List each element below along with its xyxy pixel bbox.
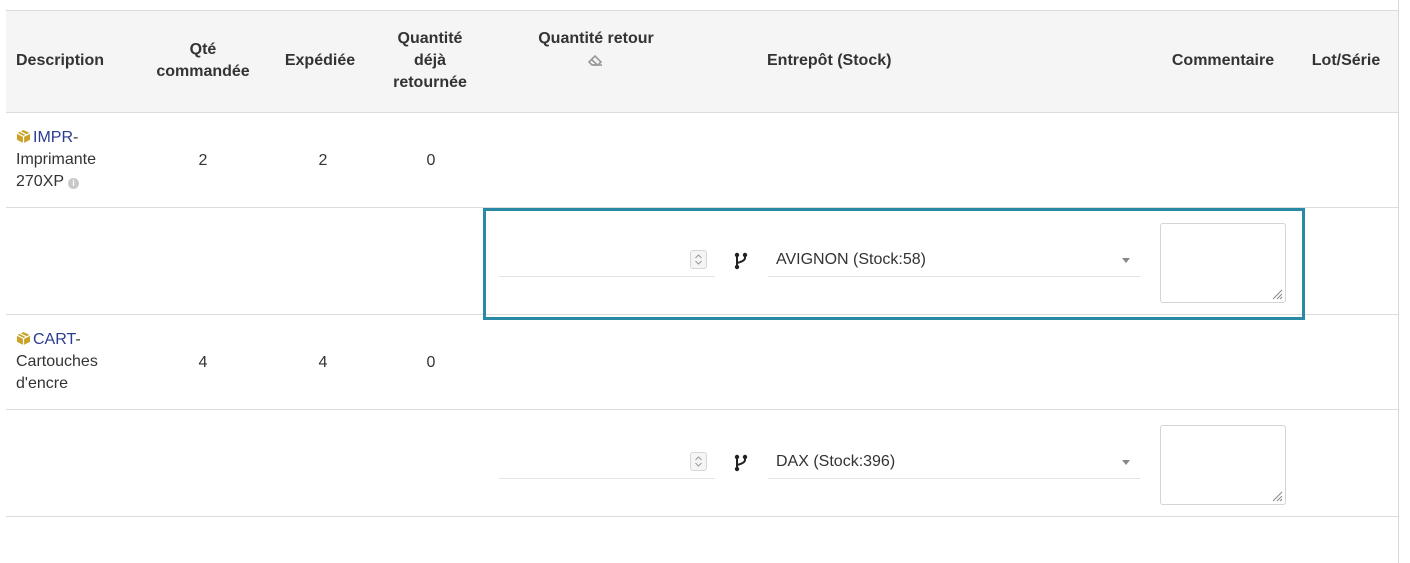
return-qty-input[interactable] bbox=[499, 243, 715, 277]
header-warehouse: Entrepôt (Stock) bbox=[767, 52, 892, 69]
header-description: Description bbox=[16, 52, 105, 69]
table-row: DAX (Stock:396) bbox=[6, 410, 1398, 517]
info-icon[interactable]: i bbox=[68, 178, 80, 189]
chevron-down-icon bbox=[1122, 258, 1130, 263]
qty-already-returned: 0 bbox=[426, 152, 436, 169]
resize-grip-icon[interactable] bbox=[1271, 490, 1283, 502]
qty-stepper[interactable] bbox=[690, 250, 707, 269]
qty-shipped: 4 bbox=[318, 354, 328, 371]
table-row: AVIGNON (Stock:58) bbox=[6, 208, 1398, 315]
table-row: IMPR- Imprimante 270XP i 2 2 0 bbox=[6, 113, 1398, 208]
comment-field[interactable] bbox=[1160, 425, 1286, 505]
qty-ordered: 4 bbox=[198, 354, 208, 371]
warehouse-select[interactable]: AVIGNON (Stock:58) bbox=[768, 243, 1140, 277]
header-lot-serial: Lot/Série bbox=[1311, 52, 1381, 69]
header-return-qty: Quantité retour bbox=[526, 28, 666, 70]
qty-ordered: 2 bbox=[198, 152, 208, 169]
qty-already-returned: 0 bbox=[426, 354, 436, 371]
product-ref-link[interactable]: IMPR bbox=[33, 129, 73, 146]
page-right-border bbox=[1398, 0, 1399, 563]
return-qty-input[interactable] bbox=[499, 445, 715, 479]
chevron-down-icon bbox=[1122, 460, 1130, 465]
qty-stepper[interactable] bbox=[690, 452, 707, 471]
package-icon bbox=[16, 331, 33, 348]
product-description: CART- Cartouches d'encre bbox=[16, 331, 98, 392]
branch-fork-icon bbox=[734, 454, 748, 472]
header-qty-ordered: Qté commandée bbox=[156, 41, 250, 80]
branch-fork-icon bbox=[734, 252, 748, 270]
header-qty-already-returned: Quantité déjà retournée bbox=[393, 30, 467, 91]
product-description: IMPR- Imprimante 270XP i bbox=[16, 129, 97, 190]
header-comment: Commentaire bbox=[1171, 52, 1275, 69]
resize-grip-icon[interactable] bbox=[1271, 288, 1283, 300]
warehouse-select[interactable]: DAX (Stock:396) bbox=[768, 445, 1140, 479]
eraser-icon[interactable] bbox=[526, 50, 666, 70]
table-row: CART- Cartouches d'encre 4 4 0 bbox=[6, 315, 1398, 410]
product-ref-link[interactable]: CART bbox=[33, 331, 75, 348]
comment-field[interactable] bbox=[1160, 223, 1286, 303]
header-shipped: Expédiée bbox=[284, 52, 356, 69]
table-header: Description Qté commandée Expédiée Quant… bbox=[6, 10, 1398, 113]
qty-shipped: 2 bbox=[318, 152, 328, 169]
return-lines-table: Description Qté commandée Expédiée Quant… bbox=[6, 10, 1398, 517]
package-icon bbox=[16, 129, 33, 146]
